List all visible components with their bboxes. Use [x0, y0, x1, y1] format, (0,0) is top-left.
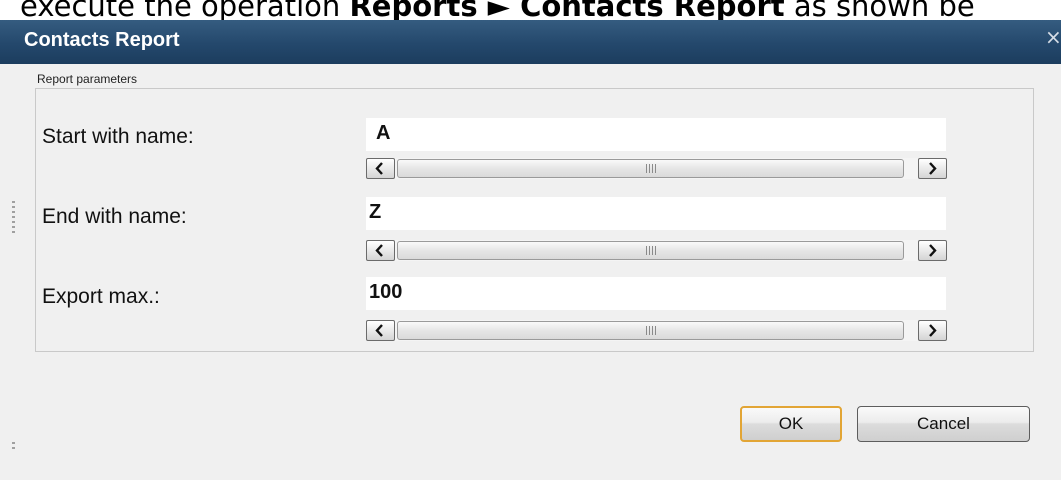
export-max-label: Export max.:	[42, 285, 160, 308]
scroll-left-button[interactable]	[366, 158, 395, 179]
export-max-scrollbar[interactable]	[366, 320, 947, 341]
thumb-grip-icon	[646, 326, 656, 335]
chevron-right-icon	[929, 244, 937, 257]
chevron-right-icon	[929, 162, 937, 175]
chevron-left-icon	[375, 162, 383, 175]
scroll-right-button[interactable]	[918, 240, 947, 261]
close-icon[interactable]: ×	[1045, 27, 1061, 47]
end-with-name-label: End with name:	[42, 205, 187, 228]
dialog-titlebar[interactable]: Contacts Report ×	[0, 20, 1061, 64]
thumb-grip-icon	[646, 164, 656, 173]
export-max-input[interactable]: 100	[366, 277, 946, 310]
start-with-name-scrollbar[interactable]	[366, 158, 947, 179]
start-with-name-input[interactable]: A	[366, 118, 946, 151]
start-with-name-label: Start with name:	[42, 125, 194, 148]
scroll-left-button[interactable]	[366, 320, 395, 341]
report-parameters-label: Report parameters	[37, 72, 138, 86]
resize-grip[interactable]	[12, 201, 15, 233]
scroll-right-button[interactable]	[918, 158, 947, 179]
chevron-left-icon	[375, 244, 383, 257]
scroll-left-button[interactable]	[366, 240, 395, 261]
resize-grip-bottom[interactable]	[12, 442, 15, 452]
end-with-name-scrollbar[interactable]	[366, 240, 947, 261]
cancel-button[interactable]: Cancel	[857, 406, 1030, 442]
thumb-grip-icon	[646, 246, 656, 255]
scroll-right-button[interactable]	[918, 320, 947, 341]
ok-button[interactable]: OK	[740, 406, 842, 442]
end-with-name-input[interactable]: Z	[366, 197, 946, 230]
chevron-right-icon	[929, 324, 937, 337]
chevron-left-icon	[375, 324, 383, 337]
dialog-title: Contacts Report	[24, 29, 180, 51]
